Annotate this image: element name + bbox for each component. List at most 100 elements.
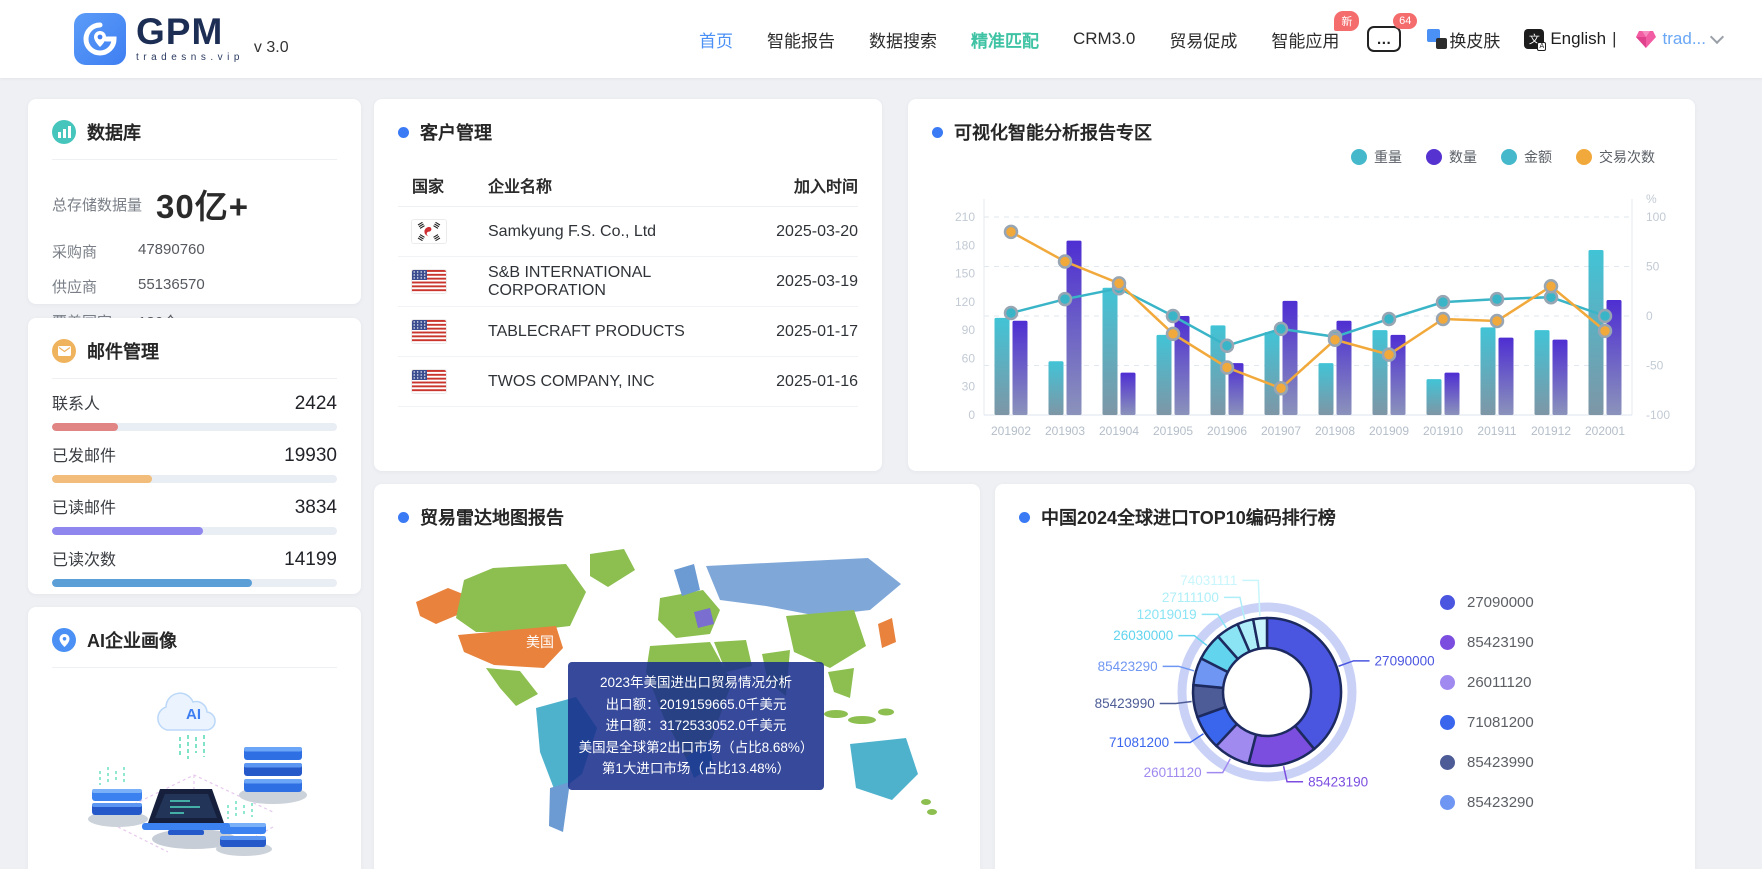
- legend-label: 交易次数: [1599, 147, 1655, 167]
- location-pin-icon: [52, 628, 76, 652]
- combo-chart[interactable]: 100500-50-100%03060901201501802102019022…: [932, 171, 1689, 471]
- main-nav: 首页 智能报告 数据搜索 精准匹配 CRM3.0 贸易促成 智能应用新 … 64 换皮肤 文…: [699, 0, 1722, 78]
- join-date: 2025-03-19: [763, 273, 858, 291]
- map-tooltip: 2023年美国进出口贸易情况分析出口额：2019159665.0千美元进口额：3…: [568, 662, 824, 790]
- user-menu[interactable]: trad...: [1635, 29, 1722, 49]
- mail-stat-label: 已发邮件: [52, 442, 116, 466]
- nav-item-精准匹配[interactable]: 精准匹配: [971, 27, 1039, 52]
- nav-item-数据搜索[interactable]: 数据搜索: [869, 27, 937, 52]
- svg-text:201907: 201907: [1261, 424, 1301, 438]
- nav-item-CRM3.0[interactable]: CRM3.0: [1073, 29, 1135, 49]
- donut-legend-item[interactable]: 71081200: [1440, 714, 1534, 731]
- svg-text:100: 100: [1646, 210, 1666, 224]
- svg-text:26030000: 26030000: [1113, 628, 1173, 643]
- app-version: v 3.0: [254, 39, 289, 57]
- donut-legend-item[interactable]: 26011120: [1440, 674, 1534, 691]
- change-skin-button[interactable]: 换皮肤: [1427, 27, 1500, 52]
- customers-bullet-icon: [398, 127, 409, 138]
- svg-text:AI: AI: [186, 706, 201, 723]
- svg-text:90: 90: [962, 323, 976, 337]
- donut-legend-dot: [1440, 715, 1455, 730]
- legend-label: 金额: [1524, 147, 1552, 167]
- user-name: trad...: [1663, 29, 1706, 49]
- customer-row[interactable]: TWOS COMPANY, INC2025-01-16: [398, 357, 858, 407]
- legend-item-金额[interactable]: 金额: [1501, 147, 1552, 167]
- donut-legend-item[interactable]: 85423290: [1440, 794, 1534, 811]
- donut-legend-item[interactable]: 27090000: [1440, 594, 1534, 611]
- total-storage-label: 总存储数据量: [52, 194, 142, 215]
- language-switch[interactable]: 文A English |: [1524, 29, 1616, 49]
- country-flag: [398, 220, 488, 243]
- legend-item-交易次数[interactable]: 交易次数: [1576, 147, 1655, 167]
- customers-title: 客户管理: [420, 119, 492, 145]
- svg-text:210: 210: [955, 210, 975, 224]
- donut-legend-dot: [1440, 755, 1455, 770]
- map-title: 贸易雷达地图报告: [420, 504, 564, 530]
- nav-item-首页[interactable]: 首页: [699, 27, 733, 52]
- donut-legend-dot: [1440, 675, 1455, 690]
- col-country: 国家: [398, 173, 488, 197]
- donut-legend-label: 71081200: [1467, 714, 1534, 731]
- mail-stat-item: 联系人2424: [28, 379, 361, 431]
- legend-label: 数量: [1449, 147, 1477, 167]
- svg-text:71081200: 71081200: [1109, 735, 1169, 750]
- app-logo[interactable]: GPM tradesns.vip v 3.0: [74, 13, 289, 65]
- svg-text:150: 150: [955, 267, 975, 281]
- mail-panel: 邮件管理 联系人2424已发邮件19930已读邮件3834已读次数14199: [28, 318, 361, 594]
- donut-legend-label: 85423990: [1467, 754, 1534, 771]
- messages-button[interactable]: … 64: [1367, 26, 1401, 52]
- database-panel: 数据库 总存储数据量 30亿+ 采购商47890760供应商55136570覆盖…: [28, 99, 361, 304]
- legend-label: 重量: [1374, 147, 1402, 167]
- donut-legend: 27090000 85423190 26011120 71081200 85423990…: [1440, 594, 1534, 811]
- mail-stats: 联系人2424已发邮件19930已读邮件3834已读次数14199: [28, 379, 361, 587]
- svg-text:201903: 201903: [1045, 424, 1085, 438]
- analysis-chart-panel: 可视化智能分析报告专区 重量数量金额交易次数 100500-50-100%030…: [908, 99, 1695, 471]
- mail-stat-value: 3834: [295, 497, 337, 519]
- svg-text:201912: 201912: [1531, 424, 1571, 438]
- donut-legend-item[interactable]: 85423190: [1440, 634, 1534, 651]
- nav-item-智能应用[interactable]: 智能应用新: [1271, 27, 1339, 52]
- mail-stat-label: 已读邮件: [52, 494, 116, 518]
- svg-text:0: 0: [1646, 309, 1653, 323]
- legend-item-数量[interactable]: 数量: [1426, 147, 1477, 167]
- tooltip-line: 进口额：3172533052.0千美元: [578, 715, 814, 737]
- country-flag: [398, 270, 488, 293]
- svg-text:-50: -50: [1646, 359, 1664, 373]
- map-bullet-icon: [398, 512, 409, 523]
- tooltip-line: 2023年美国进出口贸易情况分析: [578, 672, 814, 694]
- svg-text:0: 0: [968, 408, 975, 422]
- nav-item-贸易促成[interactable]: 贸易促成: [1169, 27, 1237, 52]
- brand-text: GPM tradesns.vip: [136, 13, 244, 63]
- nav-item-智能报告[interactable]: 智能报告: [767, 27, 835, 52]
- brand-domain: tradesns.vip: [136, 52, 244, 63]
- language-label: English: [1550, 29, 1606, 49]
- new-badge: 新: [1334, 11, 1359, 31]
- legend-dot: [1576, 149, 1592, 165]
- customer-row[interactable]: TABLECRAFT PRODUCTS2025-01-17: [398, 307, 858, 357]
- progress-fill: [52, 423, 118, 431]
- svg-text:180: 180: [955, 238, 975, 252]
- translate-icon: 文A: [1524, 29, 1544, 49]
- mail-stat-value: 14199: [284, 549, 337, 571]
- chart-title: 可视化智能分析报告专区: [954, 119, 1152, 145]
- svg-text:50: 50: [1646, 260, 1660, 274]
- chart-bullet-icon: [932, 127, 943, 138]
- customer-row[interactable]: S&B INTERNATIONAL CORPORATION2025-03-19: [398, 257, 858, 307]
- mail-icon: [52, 339, 76, 363]
- svg-text:85423190: 85423190: [1308, 774, 1368, 789]
- legend-item-重量[interactable]: 重量: [1351, 147, 1402, 167]
- svg-text:201909: 201909: [1369, 424, 1409, 438]
- tooltip-line: 出口额：2019159665.0千美元: [578, 694, 814, 716]
- donut-legend-item[interactable]: 85423990: [1440, 754, 1534, 771]
- database-icon: [52, 120, 76, 144]
- svg-text:201902: 201902: [991, 424, 1031, 438]
- donut-legend-label: 85423190: [1467, 634, 1534, 651]
- dashboard-page: GPM tradesns.vip v 3.0 首页 智能报告 数据搜索 精准匹配 CRM…: [0, 0, 1762, 869]
- company-name: TABLECRAFT PRODUCTS: [488, 323, 763, 341]
- customer-row[interactable]: Samkyung F.S. Co., Ltd2025-03-20: [398, 207, 858, 257]
- country-flag: [398, 370, 488, 393]
- database-stat-row: 采购商47890760: [28, 234, 361, 269]
- svg-text:27090000: 27090000: [1375, 653, 1435, 668]
- mail-stat-item: 已读次数14199: [28, 535, 361, 587]
- svg-text:27111100: 27111100: [1162, 590, 1219, 605]
